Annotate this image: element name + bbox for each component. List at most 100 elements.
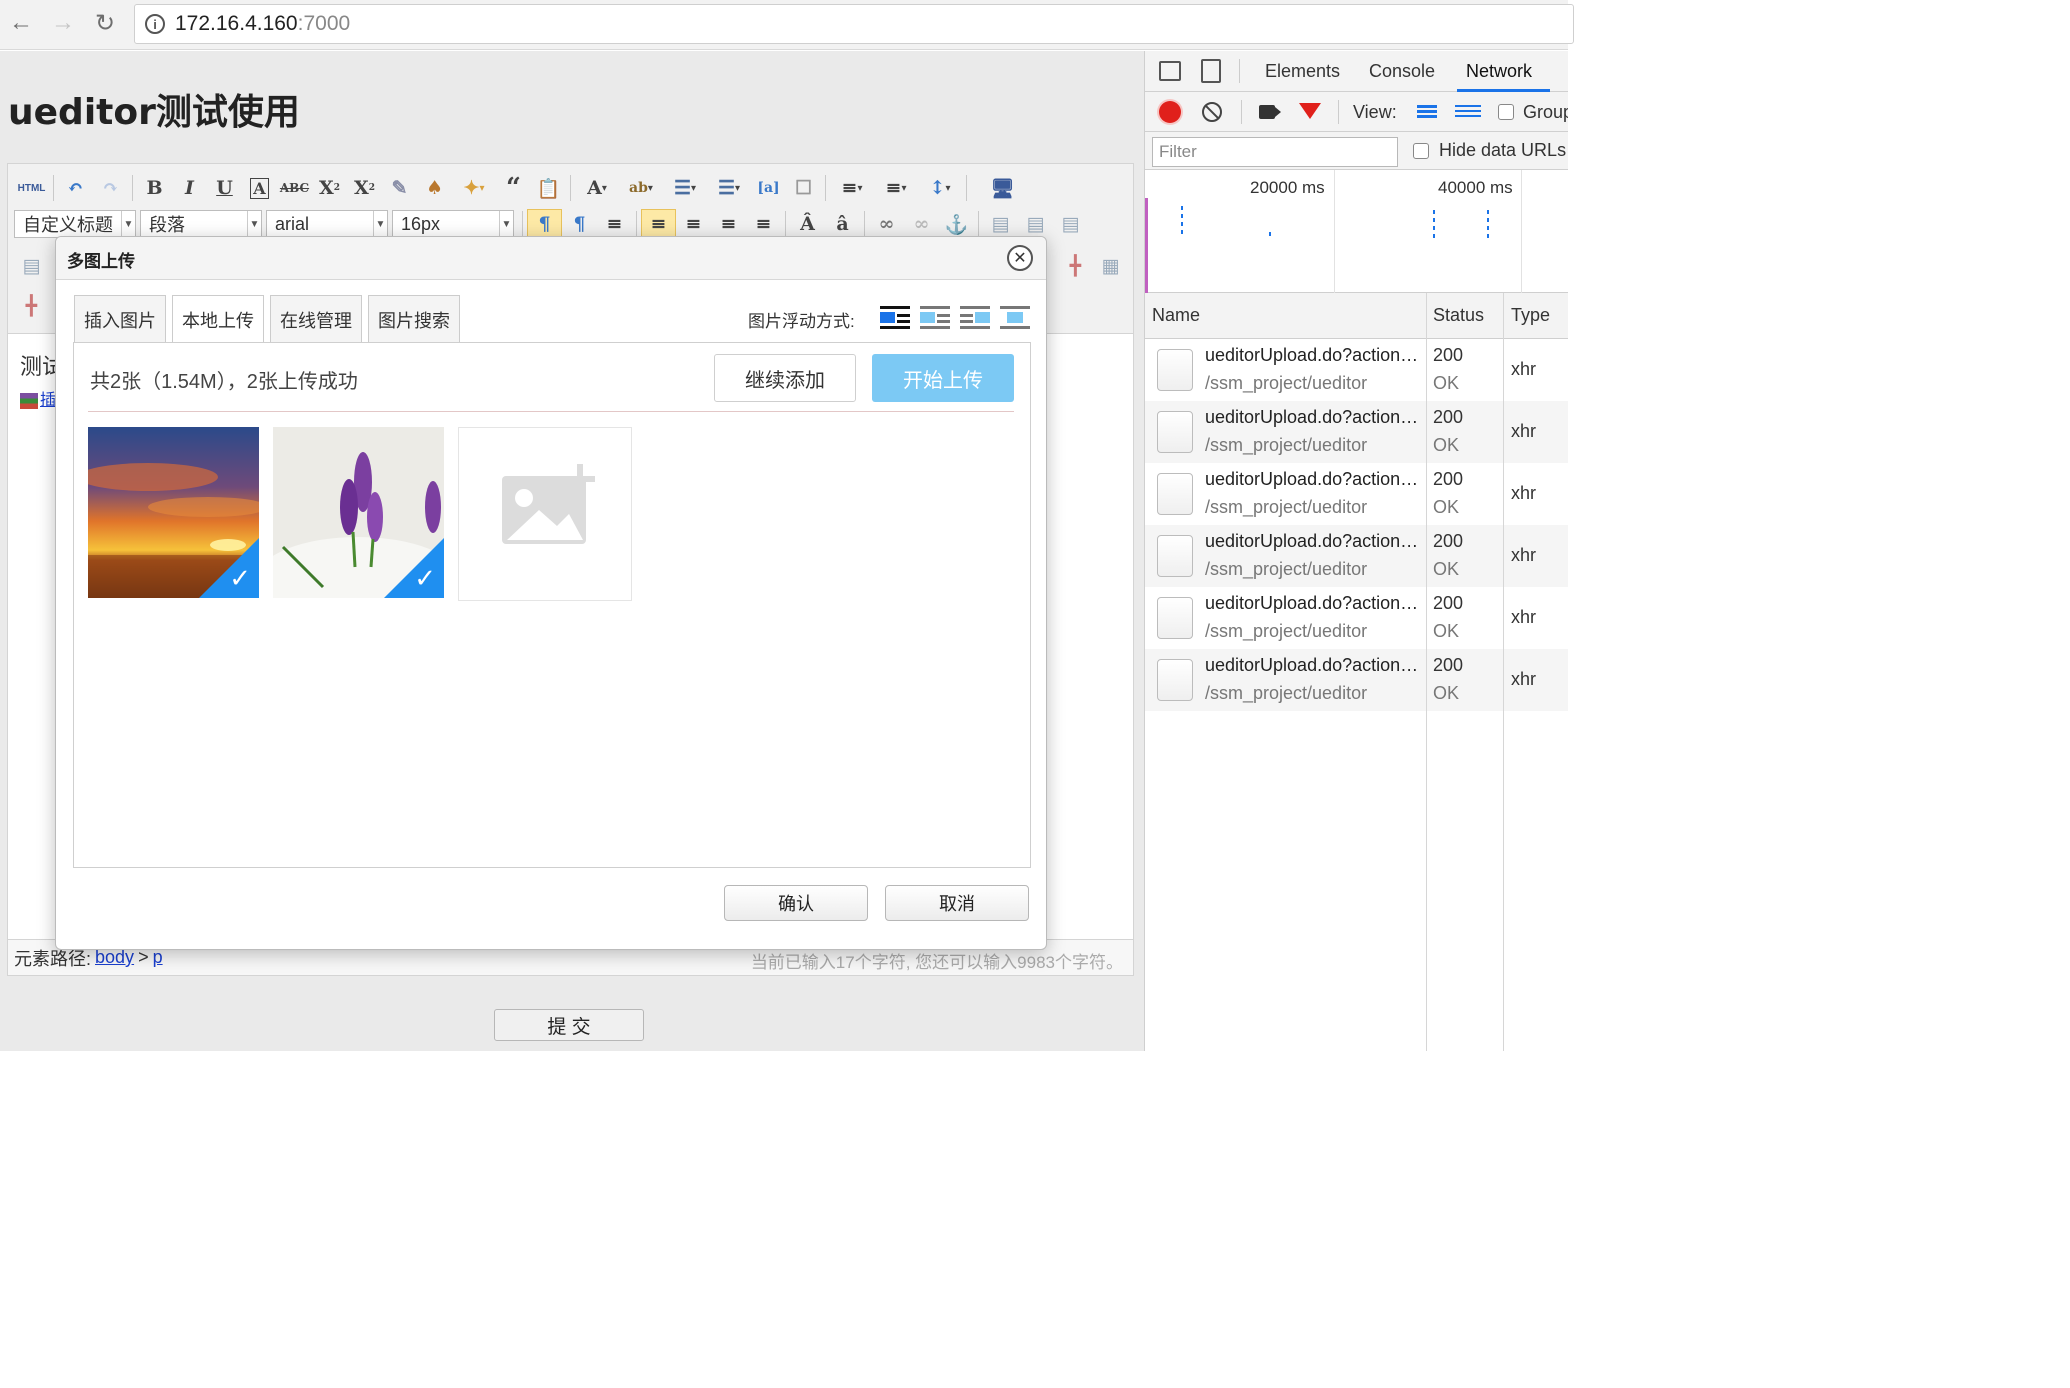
select-all-icon[interactable]: [a] (751, 173, 786, 203)
column-divider[interactable] (1503, 293, 1504, 1051)
record-icon[interactable] (1159, 101, 1181, 123)
unordered-list-icon[interactable]: ☰ ▾ (707, 173, 751, 203)
float-center-icon[interactable] (1000, 303, 1030, 329)
address-bar[interactable]: i 172.16.4.160:7000 (134, 4, 1574, 44)
format-brush-icon[interactable]: ♠ (417, 173, 452, 203)
row-spacing-top-icon[interactable]: ≡ ▾ (830, 173, 874, 203)
strikethrough-icon[interactable]: ABC (277, 173, 312, 203)
blockquote-icon[interactable]: “ (496, 173, 531, 203)
ordered-list-icon[interactable]: ☰ ▾ (663, 173, 707, 203)
large-rows-icon[interactable] (1417, 105, 1437, 119)
device-toolbar-icon[interactable] (1201, 59, 1221, 83)
back-icon[interactable]: ← (4, 6, 38, 40)
element-path-p[interactable]: p (153, 947, 163, 968)
network-request-row[interactable]: ueditorUpload.do?action=uploadimage /ssm… (1145, 587, 1568, 649)
auto-format-icon[interactable]: ✦ ▾ (452, 173, 496, 203)
float-none-icon[interactable] (880, 303, 910, 329)
to-lowercase-icon[interactable]: â (825, 209, 860, 239)
fullscreen-icon[interactable]: 🖥 (985, 173, 1020, 203)
close-icon[interactable]: ✕ (1007, 245, 1033, 271)
undo-icon[interactable]: ↶ (58, 173, 93, 203)
column-type[interactable]: Type (1511, 305, 1550, 326)
tab-console[interactable]: Console (1369, 61, 1435, 82)
html-source-icon[interactable]: HTML (14, 173, 49, 203)
underline-icon[interactable]: U (207, 173, 242, 203)
to-uppercase-icon[interactable]: Â (790, 209, 825, 239)
clear-icon[interactable] (1202, 102, 1222, 122)
split-cells-icon[interactable]: ╋ (1058, 251, 1093, 281)
network-request-row[interactable]: ueditorUpload.do?action=uploadimage /ssm… (1145, 463, 1568, 525)
clear-doc-icon[interactable]: ☐ (786, 173, 821, 203)
align-left-icon[interactable]: ≡ (641, 209, 676, 239)
waterfall-overview-icon[interactable] (1455, 105, 1481, 119)
tab-elements[interactable]: Elements (1265, 61, 1340, 82)
group-by-frame-checkbox[interactable] (1498, 104, 1514, 120)
direction-rtl-icon[interactable]: ¶ (562, 209, 597, 239)
paste-plain-icon[interactable]: 📋 (531, 173, 566, 203)
forward-icon[interactable]: → (46, 6, 80, 40)
unlink-icon[interactable]: ∞ (904, 209, 939, 239)
float-right-icon[interactable] (960, 303, 990, 329)
inspect-element-icon[interactable] (1159, 61, 1181, 81)
continue-add-button[interactable]: 继续添加 (714, 354, 856, 402)
image-center-icon[interactable]: ▤ (14, 251, 49, 281)
insert-row-icon[interactable]: ╋ (14, 291, 49, 321)
hide-data-urls-checkbox[interactable] (1413, 143, 1429, 159)
direction-ltr-icon[interactable]: ¶ (527, 209, 562, 239)
paragraph-select[interactable]: 段落 ▼ (140, 210, 262, 238)
align-center-icon[interactable]: ≡ (676, 209, 711, 239)
subscript-icon[interactable]: X2 (347, 173, 382, 203)
tab-image-search[interactable]: 图片搜索 (368, 295, 460, 343)
tab-local-upload[interactable]: 本地上传 (172, 295, 264, 344)
row-spacing-bottom-icon[interactable]: ≡ ▾ (874, 173, 918, 203)
indent-icon[interactable]: ≡ (597, 209, 632, 239)
element-path-body[interactable]: body (95, 947, 134, 968)
column-divider[interactable] (1426, 293, 1427, 1051)
screenshot-capture-icon[interactable] (1259, 105, 1281, 119)
column-name[interactable]: Name (1152, 305, 1200, 326)
font-family-select[interactable]: arial ▼ (266, 210, 388, 238)
network-request-row[interactable]: ueditorUpload.do?action=uploadimage /ssm… (1145, 525, 1568, 587)
image-none-icon[interactable]: ▤ (983, 209, 1018, 239)
bold-icon[interactable]: B (137, 173, 172, 203)
link-icon[interactable]: ∞ (869, 209, 904, 239)
image-left-icon[interactable]: ▤ (1018, 209, 1053, 239)
font-border-icon[interactable]: A (242, 173, 277, 203)
cancel-button[interactable]: 取消 (885, 885, 1029, 921)
tab-online-manage[interactable]: 在线管理 (270, 295, 362, 343)
custom-heading-select[interactable]: 自定义标题 ▼ (14, 210, 136, 238)
network-filter-input[interactable]: Filter (1152, 137, 1398, 167)
align-justify-icon[interactable]: ≡ (746, 209, 781, 239)
float-left-icon[interactable] (920, 303, 950, 329)
align-right-icon[interactable]: ≡ (711, 209, 746, 239)
italic-icon[interactable]: I (172, 173, 207, 203)
image-right-icon[interactable]: ▤ (1053, 209, 1088, 239)
submit-button[interactable]: 提 交 (494, 1009, 644, 1041)
uploaded-image-thumb[interactable]: ✓ (273, 427, 444, 598)
back-color-icon[interactable]: ab ▾ (619, 173, 663, 203)
anchor-icon[interactable]: ⚓ (939, 209, 974, 239)
toolbar-separator (570, 175, 571, 201)
reload-icon[interactable]: ↻ (88, 6, 122, 40)
network-request-row[interactable]: ueditorUpload.do?action=uploadimage /ssm… (1145, 649, 1568, 711)
column-status[interactable]: Status (1433, 305, 1484, 326)
site-info-icon[interactable]: i (145, 14, 165, 34)
line-height-icon[interactable]: ↕ ▾ (918, 173, 962, 203)
uploaded-image-thumb[interactable]: ✓ (88, 427, 259, 598)
confirm-button[interactable]: 确认 (724, 885, 868, 921)
add-image-placeholder[interactable] (458, 427, 632, 601)
font-size-select[interactable]: 16px ▼ (392, 210, 514, 238)
filter-icon[interactable] (1299, 103, 1321, 119)
font-color-icon[interactable]: A ▾ (575, 173, 619, 203)
tab-network[interactable]: Network (1466, 61, 1532, 82)
start-upload-button[interactable]: 开始上传 (872, 354, 1014, 402)
editor-content-link[interactable]: 插 (20, 386, 56, 410)
network-request-row[interactable]: ueditorUpload.do?action=uploadimage /ssm… (1145, 339, 1568, 401)
tab-insert-image[interactable]: 插入图片 (74, 295, 166, 343)
table-icon[interactable]: ▦ (1093, 251, 1128, 281)
superscript-icon[interactable]: X2 (312, 173, 347, 203)
redo-icon[interactable]: ↷ (93, 173, 128, 203)
page-title: ueditor测试使用 (8, 92, 300, 133)
network-request-row[interactable]: ueditorUpload.do?action=uploadimage /ssm… (1145, 401, 1568, 463)
eraser-icon[interactable]: ✎ (382, 173, 417, 203)
